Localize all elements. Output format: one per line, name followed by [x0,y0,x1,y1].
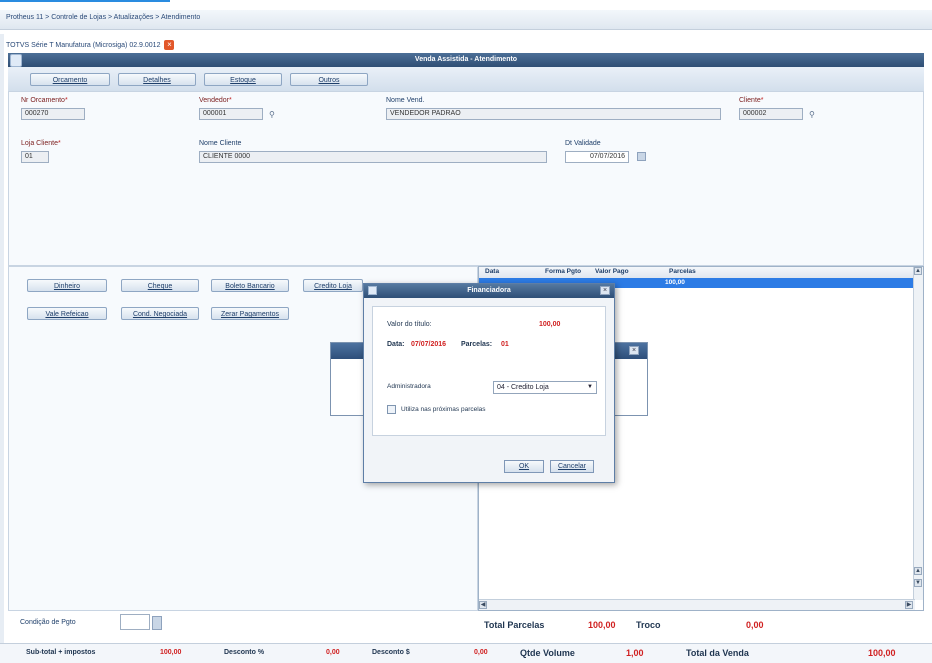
dialog-icon [368,286,377,295]
chevron-down-icon: ▼ [587,384,593,390]
scroll-left-icon[interactable]: ◀ [479,601,487,609]
zerar-pagamentos-button[interactable]: Zerar Pagamentos [211,307,289,320]
dialog-content: Valor do título: 100,00 Data: 07/07/2016… [372,306,606,436]
vendedor-field[interactable]: 000001 [199,108,263,120]
parcelas-label: Parcelas: [461,341,493,348]
scroll-up-icon[interactable]: ▲ [914,567,922,575]
tab-outros[interactable]: Outros [290,73,368,86]
desconto-val-label: Desconto $ [372,649,410,656]
data-label: Data: [387,341,405,348]
nome-cliente-label: Nome Cliente [199,140,242,147]
qtde-value: 1,00 [626,648,644,658]
ok-button[interactable]: OK [504,460,544,473]
window-icon [10,54,22,67]
row-valor: 100,00 [665,279,685,286]
header-form: Nr Orcamento 000270 Vendedor 000001 ⚲ No… [8,91,924,266]
cancel-button[interactable]: Cancelar [550,460,594,473]
tab-orcamento[interactable]: Orcamento [30,73,110,86]
breadcrumb: Protheus 11 > Controle de Lojas > Atuali… [0,10,932,30]
admin-label: Administradora [387,383,431,390]
condicao-label: Condição de Pgto [20,619,76,626]
tab-estoque[interactable]: Estoque [204,73,282,86]
header-parcelas: Parcelas [669,268,696,275]
orcamento-label: Nr Orcamento [21,97,68,104]
calendar-icon[interactable] [637,152,646,161]
vertical-scrollbar[interactable]: ▲ ▲ ▼ [913,267,923,600]
cliente-label: Cliente [739,97,764,104]
tab-bar: Orcamento Detalhes Estoque Outros [8,67,924,92]
top-accent-bar [0,0,170,6]
cliente-field[interactable]: 000002 [739,108,803,120]
cond-negociada-button[interactable]: Cond. Negociada [121,307,199,320]
close-icon[interactable]: × [629,346,639,355]
header-valor-pago: Valor Pago [595,268,629,275]
qtde-label: Qtde Volume [520,648,575,658]
dinheiro-button[interactable]: Dinheiro [27,279,107,292]
nome-cliente-field[interactable]: CLIENTE 0000 [199,151,547,163]
loja-cliente-label: Loja Cliente [21,140,61,147]
totals-panel: Total Parcelas 100,00 Troco 0,00 [478,611,924,641]
dialog-title: Financiadora [364,284,614,298]
troco-value: 0,00 [746,620,764,630]
close-icon[interactable]: × [164,40,175,50]
dt-validade-field[interactable]: 07/07/2016 [565,151,629,163]
header-forma-pgto: Forma Pgto [545,268,582,275]
search-icon[interactable]: ⚲ [809,110,818,119]
subtotal-value: 100,00 [160,649,182,656]
environment-label: TOTVS Série T Manufatura (Microsiga) 02.… [6,41,161,49]
search-icon[interactable]: ⚲ [269,110,278,119]
credito-loja-button[interactable]: Credito Loja [303,279,363,292]
nome-vend-field[interactable]: VENDEDOR PADRAO [386,108,721,120]
orcamento-field[interactable]: 000270 [21,108,85,120]
loja-cliente-field[interactable]: 01 [21,151,49,163]
troco-label: Troco [636,620,661,630]
admin-selected: 04 - Credito Loja [497,384,549,391]
cheque-button[interactable]: Cheque [121,279,199,292]
reuse-label: Utiliza nas próximas parcelas [401,406,486,413]
financiadora-dialog: Financiadora × Valor do título: 100,00 D… [363,283,615,483]
window-title: Venda Assistida - Atendimento [8,53,924,67]
scroll-right-icon[interactable]: ▶ [905,601,913,609]
desconto-pct-label: Desconto % [224,649,265,656]
valor-value: 100,00 [539,321,561,328]
admin-select[interactable]: 04 - Credito Loja ▼ [493,381,597,394]
parcelas-value: 01 [501,341,509,348]
data-value: 07/07/2016 [411,341,447,348]
desconto-pct-value: 0,00 [326,649,340,656]
vale-refeicao-button[interactable]: Vale Refeicao [27,307,107,320]
left-edge [0,34,4,663]
subtotal-label: Sub-total + impostos [26,649,96,656]
total-venda-value: 100,00 [868,648,896,658]
footer-totals: Sub-total + impostos 100,00 Desconto % 0… [0,643,932,663]
close-icon[interactable]: × [600,286,610,295]
horizontal-scrollbar[interactable]: ◀ ▶ [479,599,915,610]
scroll-up-icon[interactable]: ▲ [914,267,922,275]
total-venda-label: Total da Venda [686,648,749,658]
boleto-button[interactable]: Boleto Bancario [211,279,289,292]
lookup-icon[interactable] [152,616,162,630]
total-parcelas-label: Total Parcelas [484,620,545,630]
desconto-val-value: 0,00 [474,649,488,656]
scroll-down-icon[interactable]: ▼ [914,579,922,587]
vendedor-label: Vendedor [199,97,232,104]
nome-vend-label: Nome Vend. [386,97,425,104]
dt-validade-label: Dt Validade [565,140,601,147]
header-data: Data [485,268,500,275]
reuse-checkbox[interactable] [387,405,396,414]
valor-label: Valor do título: [387,321,432,328]
total-parcelas-value: 100,00 [588,620,616,630]
condicao-field[interactable] [120,614,150,630]
tab-detalhes[interactable]: Detalhes [118,73,196,86]
